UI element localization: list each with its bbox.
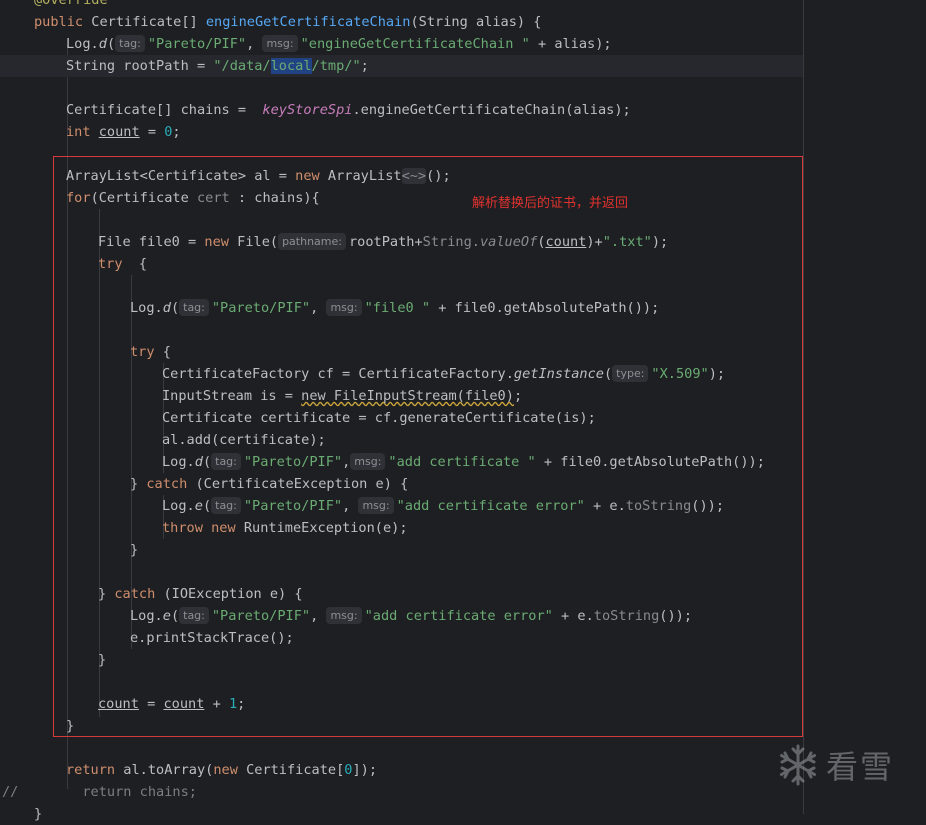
- snowflake-icon: [780, 744, 816, 786]
- code-text: Certificate[]: [83, 14, 206, 30]
- code-text: (String alias) {: [410, 14, 542, 30]
- code-text: ,: [246, 36, 263, 52]
- annotation: @Override: [34, 0, 108, 8]
- method-call: d: [98, 36, 107, 52]
- method-name: engineGetCertificateChain: [205, 14, 411, 30]
- code-text: ;: [360, 58, 369, 74]
- keyword: new: [213, 762, 238, 778]
- annotation-note: 解析替换后的证书，并返回: [472, 196, 629, 211]
- string-literal: "/data/: [213, 58, 271, 74]
- field-reference: keyStoreSpi: [262, 102, 353, 118]
- watermark-text: 看雪: [826, 748, 895, 786]
- code-line[interactable]: public Certificate[] engineGetCertificat…: [34, 11, 541, 33]
- code-text: }: [34, 806, 43, 822]
- comment-marker: //: [2, 784, 19, 800]
- code-line[interactable]: @Override: [34, 0, 108, 11]
- watermark: 看雪: [776, 740, 894, 790]
- code-line[interactable]: //: [2, 781, 18, 803]
- code-line[interactable]: Log.d(tag: "Pareto/PIF", msg: "engineGetCe…: [66, 33, 612, 55]
- keyword: int: [66, 124, 91, 140]
- string-literal: /tmp/": [311, 58, 361, 74]
- current-line-highlight[interactable]: String rootPath = "/data/local/tmp/";: [0, 55, 803, 77]
- code-text: ;: [172, 124, 181, 140]
- code-text: .engineGetCertificateChain(alias);: [352, 102, 631, 118]
- code-editor[interactable]: @Override public Certificate[] engineGet…: [0, 0, 926, 822]
- keyword: public: [34, 14, 84, 30]
- code-text: =: [139, 124, 165, 140]
- code-text: ]);: [352, 762, 378, 778]
- code-text: Certificate[] chains =: [66, 102, 263, 118]
- code-text: (: [106, 36, 116, 52]
- code-text: String rootPath =: [66, 58, 214, 74]
- code-text: al.toArray(: [115, 762, 214, 778]
- param-hint-tag: tag:: [115, 35, 145, 52]
- code-line[interactable]: return al.toArray(new Certificate[0]);: [66, 759, 377, 781]
- string-literal: "Pareto/PIF": [147, 36, 247, 52]
- text-selection[interactable]: local: [270, 58, 312, 74]
- param-hint-msg: msg:: [262, 35, 298, 52]
- keyword: return: [66, 762, 116, 778]
- right-margin-guide: [803, 0, 804, 814]
- code-text: + alias);: [529, 36, 612, 52]
- code-line[interactable]: return chains;: [66, 781, 197, 803]
- commented-code: return chains;: [66, 784, 197, 800]
- code-text: Certificate[: [237, 762, 345, 778]
- code-line[interactable]: }: [34, 803, 42, 825]
- code-line[interactable]: int count = 0;: [66, 121, 181, 143]
- annotation-box: [53, 156, 803, 737]
- variable: count: [98, 124, 140, 140]
- code-text: Log.: [66, 36, 99, 52]
- code-line[interactable]: Certificate[] chains = keyStoreSpi.engin…: [66, 99, 631, 121]
- string-literal: "engineGetCertificateChain ": [300, 36, 530, 52]
